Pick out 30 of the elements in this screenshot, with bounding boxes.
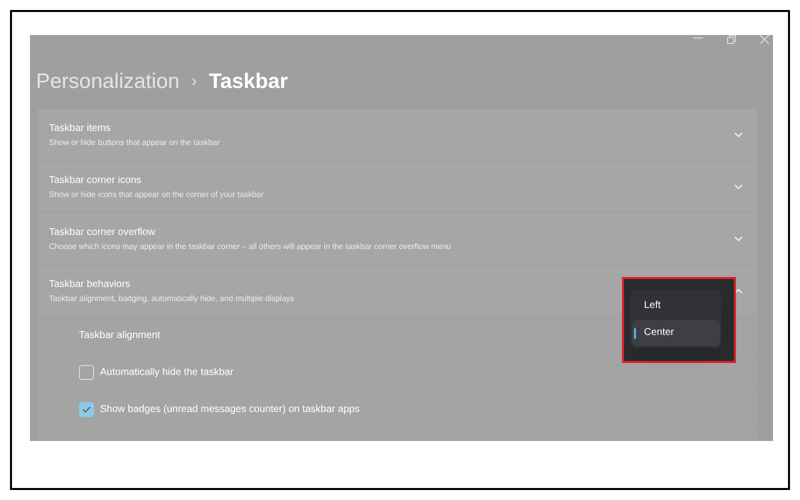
close-icon[interactable] — [760, 35, 769, 44]
chevron-icon[interactable] — [734, 184, 743, 190]
card-title: Taskbar items — [49, 122, 112, 136]
card-title: Taskbar behaviors — [49, 278, 132, 292]
card-description: Choose which icons may appear in the taskbar corner – all others will appear in the taskbar corner overflow menu — [49, 240, 451, 252]
checkbox[interactable] — [79, 364, 94, 380]
card-description: Show or hide icons that appear on the corner of your taskbar — [49, 188, 264, 200]
restore-icon[interactable] — [727, 35, 736, 44]
check-icon — [82, 406, 91, 412]
card-description: Show or hide buttons that appear on the taskbar — [49, 136, 220, 148]
selection-indicator — [634, 328, 636, 338]
card-title: Taskbar corner overflow — [49, 226, 156, 240]
menu-item[interactable]: Left — [632, 292, 720, 318]
minimize-icon[interactable] — [693, 35, 703, 41]
row-label: Automatically hide the taskbar — [100, 366, 234, 380]
chevron-icon[interactable] — [734, 288, 743, 294]
chevron-icon[interactable] — [734, 236, 743, 242]
chevron-icon[interactable] — [734, 132, 743, 138]
settings-card[interactable]: Taskbar items Show or hide buttons that appear on the taskbar — [38, 109, 757, 160]
card-title: Taskbar corner icons — [49, 174, 142, 188]
checkbox[interactable] — [79, 402, 94, 416]
settings-card[interactable]: Taskbar corner icons Show or hide icons that appear on the corner of your taskbar — [38, 161, 757, 212]
breadcrumb-parent[interactable]: Personalization — [36, 66, 180, 98]
row-label: Taskbar alignment — [79, 328, 160, 342]
breadcrumb-separator: › — [192, 72, 197, 92]
card-description: Taskbar alignment, badging, automatically hide, and multiple displays — [49, 292, 294, 304]
menu-item[interactable]: Center — [632, 320, 720, 346]
settings-card[interactable]: Taskbar corner overflow Choose which icons may appear in the taskbar corner – all others will appear in the taskbar corner overflow menu — [38, 213, 757, 264]
page-title: Taskbar — [208, 69, 288, 96]
row-label: Show badges (unread messages counter) on taskbar apps — [100, 402, 360, 416]
